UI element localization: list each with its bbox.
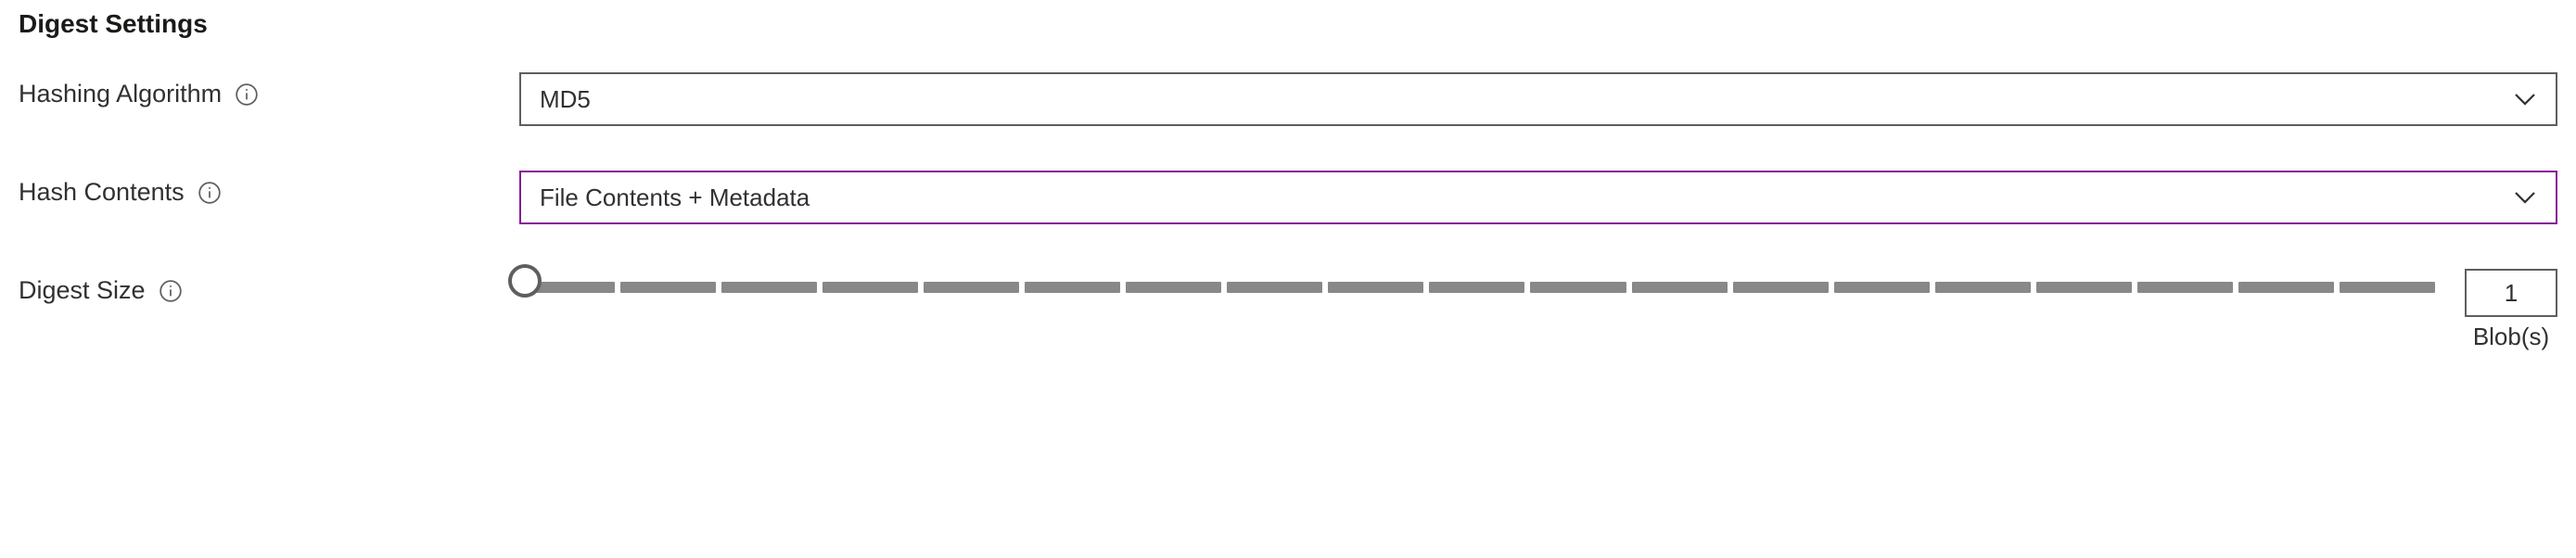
slider-segment xyxy=(1834,282,1930,293)
digest-size-row: Digest Size 1 Blob(s) xyxy=(19,269,2557,351)
digest-size-value-input[interactable]: 1 xyxy=(2465,269,2557,317)
slider-segment xyxy=(2137,282,2233,293)
slider-segment xyxy=(1632,282,1728,293)
slider-thumb[interactable] xyxy=(508,264,542,298)
slider-segment xyxy=(924,282,1019,293)
slider-segment xyxy=(1935,282,2031,293)
slider-segment xyxy=(2340,282,2435,293)
slider-segment xyxy=(1227,282,1322,293)
slider-segment xyxy=(823,282,918,293)
hashing-algorithm-row: Hashing Algorithm MD5 xyxy=(19,72,2557,126)
digest-size-slider[interactable] xyxy=(519,269,2435,293)
chevron-down-icon xyxy=(2511,184,2539,211)
hash-contents-row: Hash Contents File Contents + Metadata xyxy=(19,171,2557,224)
slider-segment xyxy=(620,282,716,293)
hash-contents-value: File Contents + Metadata xyxy=(540,184,810,212)
slider-segment xyxy=(1530,282,1626,293)
hashing-algorithm-select[interactable]: MD5 xyxy=(519,72,2557,126)
chevron-down-icon xyxy=(2511,85,2539,113)
slider-segment xyxy=(1733,282,1829,293)
digest-size-unit: Blob(s) xyxy=(2473,323,2549,351)
info-icon[interactable] xyxy=(235,82,259,107)
digest-size-label: Digest Size xyxy=(19,276,146,305)
info-icon[interactable] xyxy=(198,181,222,205)
slider-segment xyxy=(1328,282,1423,293)
slider-segment xyxy=(1126,282,1221,293)
slider-segment xyxy=(2036,282,2132,293)
info-icon[interactable] xyxy=(159,279,183,303)
slider-segment xyxy=(1025,282,1120,293)
slider-segment xyxy=(721,282,817,293)
slider-segment xyxy=(2238,282,2334,293)
hash-contents-label: Hash Contents xyxy=(19,178,185,207)
hashing-algorithm-label: Hashing Algorithm xyxy=(19,80,222,108)
slider-segment xyxy=(1429,282,1524,293)
section-title: Digest Settings xyxy=(19,9,2557,39)
hashing-algorithm-value: MD5 xyxy=(540,85,591,114)
hash-contents-select[interactable]: File Contents + Metadata xyxy=(519,171,2557,224)
